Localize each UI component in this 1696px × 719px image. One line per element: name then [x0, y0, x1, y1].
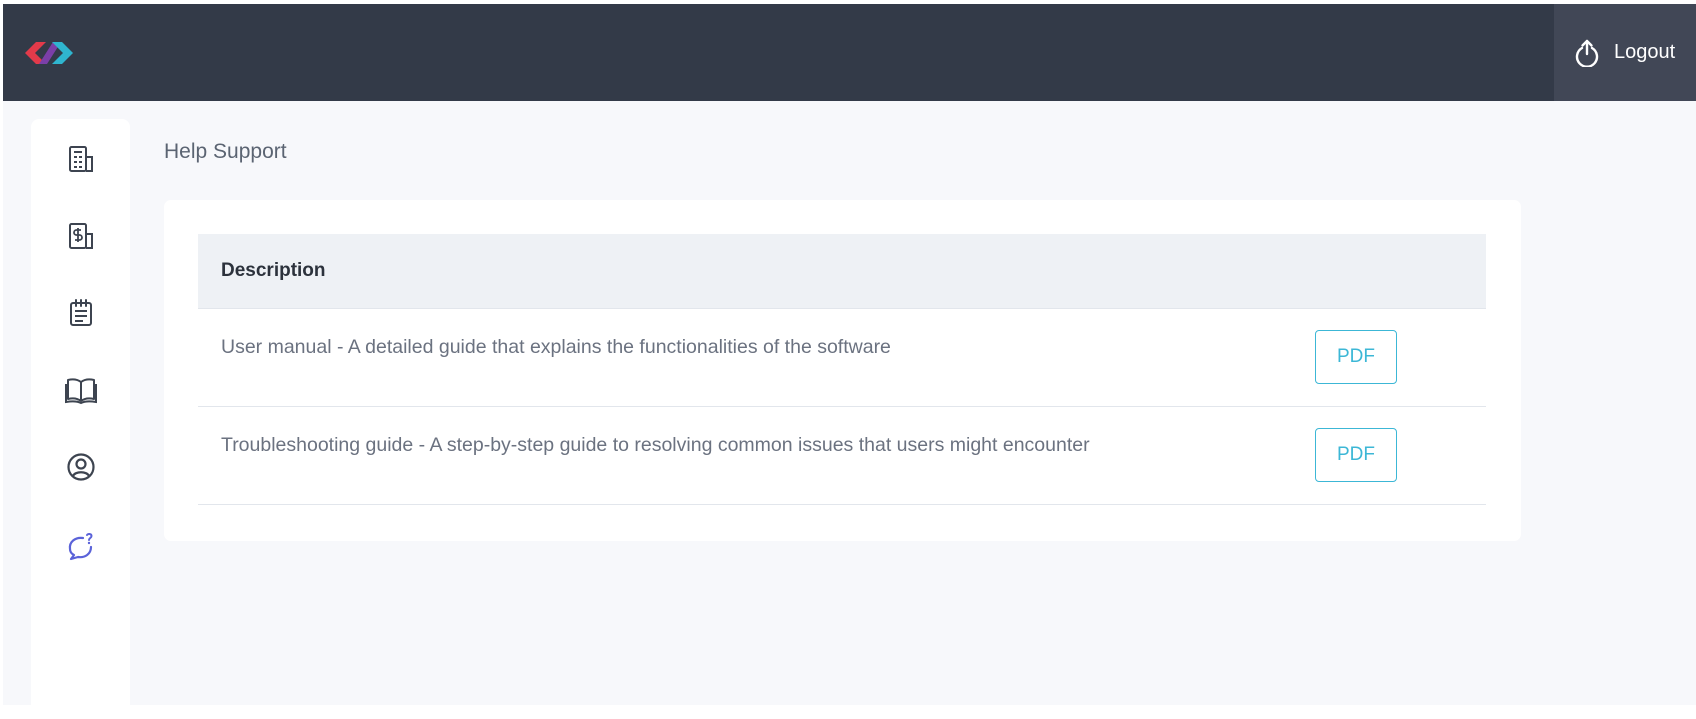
user-circle-icon [67, 453, 95, 481]
column-header-description: Description [221, 260, 326, 281]
sidebar [31, 119, 130, 719]
chat-question-icon [68, 532, 93, 561]
page-title: Help Support [164, 140, 287, 163]
table-row: User manual - A detailed guide that expl… [198, 309, 1486, 407]
sidebar-item-billing[interactable] [61, 216, 101, 256]
power-icon [1574, 39, 1600, 67]
building-dollar-icon [69, 223, 93, 249]
row-description: Troubleshooting guide - A step-by-step g… [221, 434, 1090, 456]
sidebar-item-building-report[interactable] [61, 139, 101, 179]
brand-logo-icon [25, 42, 73, 64]
top-navbar: Logout [3, 4, 1696, 101]
sidebar-item-help-support[interactable] [61, 527, 101, 567]
sidebar-item-account[interactable] [61, 447, 101, 487]
logout-label: Logout [1614, 41, 1676, 63]
row-description: User manual - A detailed guide that expl… [221, 336, 891, 358]
table-row: Troubleshooting guide - A step-by-step g… [198, 407, 1486, 505]
notepad-icon [70, 299, 92, 326]
sidebar-item-notes[interactable] [61, 293, 101, 333]
brand-logo[interactable] [23, 34, 75, 72]
pdf-download-button[interactable]: PDF [1315, 428, 1397, 482]
building-report-icon [69, 146, 93, 172]
app-frame: Logout Help Support Description User man… [3, 4, 1696, 719]
logout-button[interactable]: Logout [1554, 4, 1696, 101]
sidebar-item-guide[interactable] [61, 370, 101, 410]
open-book-icon [65, 378, 97, 405]
help-documents-table: Description User manual - A detailed gui… [198, 234, 1486, 505]
table-header: Description [198, 234, 1486, 309]
pdf-download-button[interactable]: PDF [1315, 330, 1397, 384]
help-support-card: Description User manual - A detailed gui… [164, 200, 1521, 541]
